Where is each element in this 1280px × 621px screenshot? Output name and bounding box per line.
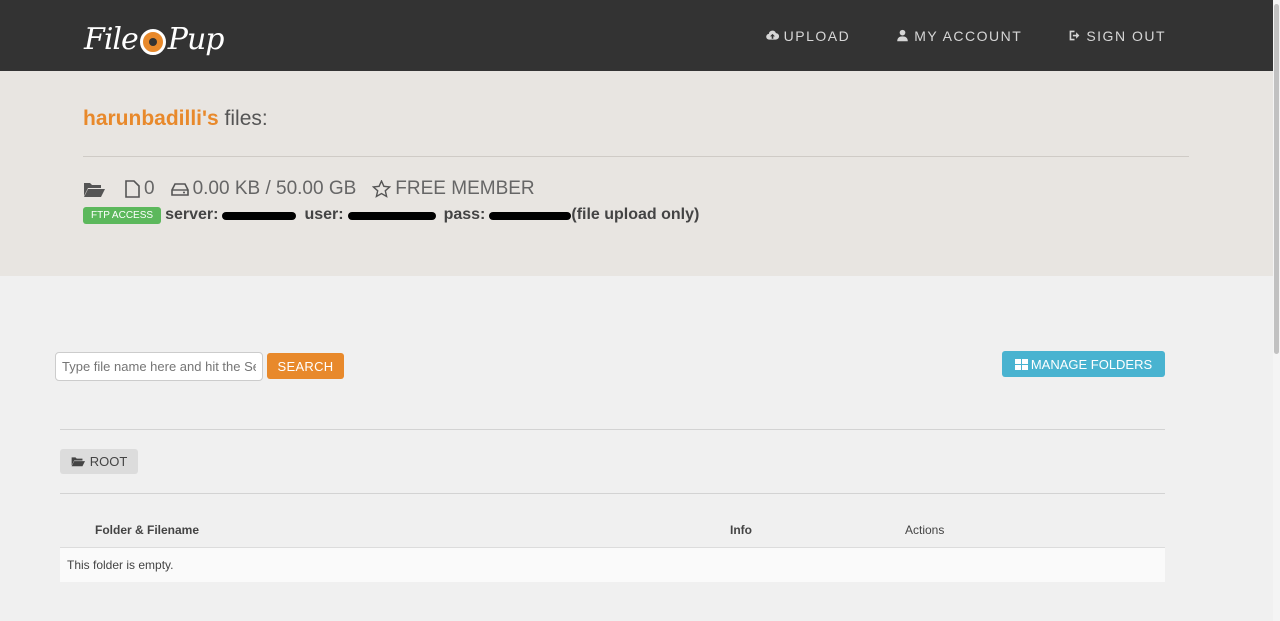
membership-stat: FREE MEMBER <box>372 178 535 200</box>
search-input[interactable] <box>55 352 263 381</box>
ftp-user-label: user: <box>304 206 344 223</box>
file-count-stat: 0 <box>125 178 155 200</box>
folder-open-icon <box>71 457 85 467</box>
nav-my-account[interactable]: MY ACCOUNT <box>896 28 1022 44</box>
ftp-note: (file upload only) <box>571 206 700 223</box>
sign-out-icon <box>1069 30 1080 41</box>
file-icon <box>125 180 140 198</box>
nav-sign-out-label: SIGN OUT <box>1086 27 1166 44</box>
hard-drive-icon <box>170 183 189 196</box>
membership-level: FREE MEMBER <box>395 178 535 199</box>
redacted-pass <box>489 212 572 220</box>
main-nav: UPLOAD MY ACCOUNT SIGN OUT <box>765 0 1166 71</box>
column-header-info: Info <box>730 523 752 537</box>
user-icon <box>897 29 909 42</box>
nav-upload-label: UPLOAD <box>783 27 851 44</box>
breadcrumb-root[interactable]: ROOT <box>60 449 138 474</box>
storage-stat: 0.00 KB / 50.00 GB <box>170 178 357 200</box>
divider <box>60 429 1165 430</box>
folder-stat <box>83 181 109 198</box>
column-header-filename: Folder & Filename <box>95 523 200 537</box>
grid-icon <box>1014 358 1028 370</box>
manage-folders-button[interactable]: MANAGE FOLDERS <box>1002 351 1165 377</box>
folder-open-icon <box>84 182 105 197</box>
redacted-user <box>347 212 436 220</box>
manage-folders-label: MANAGE FOLDERS <box>1030 356 1153 372</box>
star-icon <box>372 180 392 198</box>
ftp-access-row: FTP ACCESS server: user: pass: (file upl… <box>83 206 699 224</box>
cloud-upload-icon <box>765 30 779 40</box>
storage-usage: 0.00 KB / 50.00 GB <box>192 178 357 199</box>
empty-folder-message: This folder is empty. <box>60 548 1165 582</box>
filepup-logo[interactable]: File Pup <box>84 16 244 62</box>
profile-section: harunbadilli's files: 0 0.00 KB / 50.00 … <box>0 71 1273 276</box>
account-stats: 0 0.00 KB / 50.00 GB FREE MEMBER <box>83 178 551 200</box>
top-navbar: File Pup UPLOAD MY ACCOUNT SIGN OUT <box>0 0 1280 71</box>
ftp-server-label: server: <box>165 206 219 223</box>
pup-logo-icon <box>139 29 166 55</box>
breadcrumb-root-label: ROOT <box>89 454 128 469</box>
page-title: harunbadilli's files: <box>83 107 268 131</box>
nav-my-account-label: MY ACCOUNT <box>914 27 1023 44</box>
redacted-server <box>222 212 297 220</box>
nav-upload[interactable]: UPLOAD <box>765 27 851 44</box>
logo-text-right: Pup <box>167 21 225 57</box>
ftp-pass-label: pass: <box>443 206 486 223</box>
column-header-actions: Actions <box>905 523 945 537</box>
divider <box>60 493 1165 494</box>
divider <box>83 156 1189 157</box>
logo-text-left: File <box>84 21 139 57</box>
file-count: 0 <box>144 178 155 199</box>
search-button[interactable]: SEARCH <box>267 353 344 379</box>
ftp-access-badge: FTP ACCESS <box>83 206 162 224</box>
username[interactable]: harunbadilli's <box>83 107 219 130</box>
nav-sign-out[interactable]: SIGN OUT <box>1068 28 1166 44</box>
title-suffix: files: <box>218 107 268 130</box>
scrollbar-thumb[interactable] <box>1274 4 1279 354</box>
